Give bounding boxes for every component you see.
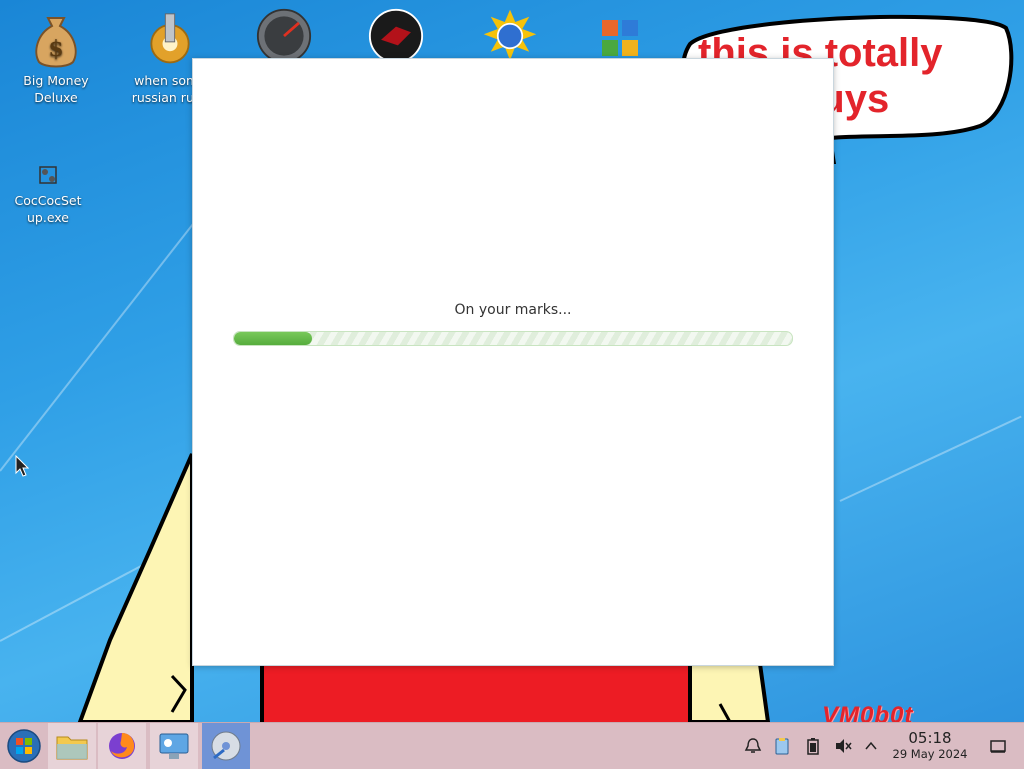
money-bag-icon: $ <box>28 12 84 68</box>
wallpaper-streak <box>0 210 204 472</box>
globe-sun-icon <box>482 8 538 64</box>
progress-fill <box>234 332 313 345</box>
desktop-icon-label: CocCocSetup.exe <box>14 193 82 225</box>
red-disc-icon <box>368 8 424 64</box>
show-desktop-icon[interactable] <box>987 735 1009 757</box>
start-button[interactable] <box>0 723 48 769</box>
speedometer-icon <box>256 8 312 64</box>
mouse-cursor-icon <box>15 455 29 477</box>
start-orb-icon <box>7 729 41 763</box>
volume-muted-icon[interactable] <box>832 735 854 757</box>
taskbar <box>0 722 1024 769</box>
status-text: On your marks... <box>454 302 572 318</box>
taskbar-disc-installer[interactable] <box>202 723 250 769</box>
svg-text:$: $ <box>48 36 63 62</box>
disc-installer-icon <box>211 731 241 761</box>
installer-window: On your marks... <box>192 58 834 666</box>
progress-bar <box>233 331 793 346</box>
taskbar-firefox[interactable] <box>98 723 146 769</box>
setup-exe-icon <box>20 162 76 188</box>
notification-bell-icon[interactable] <box>742 735 764 757</box>
system-settings-icon <box>159 733 189 759</box>
desktop-icon-label: Big Money Deluxe <box>23 73 89 105</box>
battery-icon[interactable] <box>802 735 824 757</box>
gear-icon <box>142 12 198 68</box>
firefox-icon <box>109 733 135 759</box>
clipboard-icon[interactable] <box>771 735 793 757</box>
clock[interactable]: 05:18 29 May 2024 <box>884 730 976 762</box>
tray-expand-icon[interactable] <box>860 735 882 757</box>
desktop-icon-big-money[interactable]: $ Big Money Deluxe <box>8 12 104 106</box>
taskbar-file-manager[interactable] <box>48 723 96 769</box>
clock-date: 29 May 2024 <box>892 747 968 761</box>
taskbar-system-settings[interactable] <box>150 723 198 769</box>
desktop-icon-coccoc-setup[interactable]: CocCocSetup.exe <box>0 162 96 226</box>
file-manager-icon <box>56 736 88 760</box>
clock-time: 05:18 <box>908 729 952 747</box>
